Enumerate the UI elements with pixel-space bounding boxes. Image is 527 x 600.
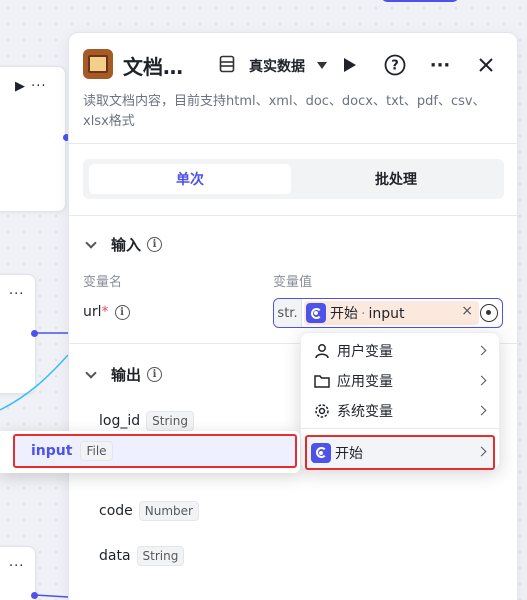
output-field-type: Number <box>138 501 199 521</box>
chevron-right-icon <box>476 405 487 416</box>
node-config-panel: 文档… 真实数据 ? ··· 读取文档内容，目前支持html、xml、doc、d… <box>68 32 518 600</box>
input-var-name: url* i <box>83 304 130 320</box>
menu-item-label: 开始 <box>335 445 363 462</box>
tab-single[interactable]: 单次 <box>89 164 291 194</box>
toolbar-button[interactable] <box>380 0 460 2</box>
info-icon[interactable]: i <box>114 304 130 320</box>
variable-picker-icon[interactable] <box>480 304 498 322</box>
chevron-down-icon[interactable] <box>317 62 327 69</box>
menu-item-start-node[interactable]: 开始 <box>305 435 495 470</box>
output-field-type: String <box>146 411 194 431</box>
submenu-item-input[interactable]: input File <box>13 434 297 468</box>
output-field-row: data String <box>99 546 185 566</box>
start-node-icon <box>311 442 331 463</box>
divider <box>69 143 517 144</box>
info-icon[interactable]: i <box>147 237 163 252</box>
output-field-name: data <box>99 548 131 564</box>
output-section-header[interactable]: 输出 i <box>83 364 163 385</box>
ref-node-name: 开始 <box>330 306 358 322</box>
output-field-row: code Number <box>99 501 199 521</box>
chevron-right-icon <box>476 446 487 457</box>
ref-var-name: input <box>368 306 405 322</box>
required-mark: * <box>101 304 109 320</box>
menu-item-label: 用户变量 <box>337 344 393 360</box>
input-section-header[interactable]: 输入 i <box>83 234 163 255</box>
panel-title[interactable]: 文档… <box>123 51 183 80</box>
user-icon <box>313 342 331 360</box>
output-field-type: String <box>136 546 185 566</box>
var-name-text: url <box>83 304 102 320</box>
panel-header: 文档… 真实数据 ? ··· <box>83 49 503 81</box>
var-value-input[interactable]: str. 开始 · input × <box>273 298 503 328</box>
start-node-icon <box>306 303 326 323</box>
tab-batch[interactable]: 批处理 <box>295 164 497 194</box>
chevron-down-icon[interactable] <box>85 236 97 249</box>
start-node-submenu: input File <box>0 431 300 473</box>
document-reader-logo-icon <box>83 49 113 79</box>
chevron-down-icon[interactable] <box>85 366 97 379</box>
panel-description: 读取文档内容，目前支持html、xml、doc、docx、txt、pdf、csv… <box>83 94 486 129</box>
play-icon[interactable] <box>337 52 363 78</box>
gear-icon <box>313 402 331 420</box>
var-value-column-label: 变量值 <box>273 275 313 290</box>
type-prefix: str. <box>274 299 302 327</box>
info-icon[interactable]: i <box>147 367 163 382</box>
divider <box>301 428 499 429</box>
run-mode-tabs: 单次 批处理 <box>83 159 504 199</box>
output-section-title: 输出 <box>111 366 142 384</box>
database-icon <box>219 55 235 73</box>
submenu-var-name: input <box>31 443 73 459</box>
input-section-title: 输入 <box>111 236 142 254</box>
divider <box>69 215 517 216</box>
folder-icon <box>313 372 331 390</box>
output-field-name: log_id <box>99 413 141 429</box>
ref-separator: · <box>361 306 366 322</box>
clear-reference-icon[interactable]: × <box>461 303 473 319</box>
connection-line <box>0 332 69 598</box>
close-icon[interactable] <box>473 52 499 78</box>
menu-item-label: 应用变量 <box>337 374 393 390</box>
chevron-right-icon <box>476 375 487 386</box>
menu-item-system-vars[interactable]: 系统变量 <box>309 396 493 426</box>
variable-reference-chip[interactable]: 开始 · input × <box>304 301 479 325</box>
var-name-column-label: 变量名 <box>83 275 123 290</box>
menu-item-app-vars[interactable]: 应用变量 <box>309 366 493 396</box>
output-field-name: code <box>99 503 133 519</box>
more-icon[interactable]: ··· <box>427 52 453 78</box>
chevron-right-icon <box>476 345 487 356</box>
svg-text:?: ? <box>391 59 399 74</box>
output-field-row: log_id String <box>99 411 194 431</box>
help-icon[interactable]: ? <box>382 52 408 78</box>
menu-item-user-vars[interactable]: 用户变量 <box>309 336 493 366</box>
menu-item-label: 系统变量 <box>337 404 393 420</box>
variable-picker-menu: 用户变量 应用变量 系统变量 开始 <box>300 332 500 470</box>
submenu-var-type: File <box>80 441 113 461</box>
data-source-select[interactable]: 真实数据 <box>249 56 305 76</box>
